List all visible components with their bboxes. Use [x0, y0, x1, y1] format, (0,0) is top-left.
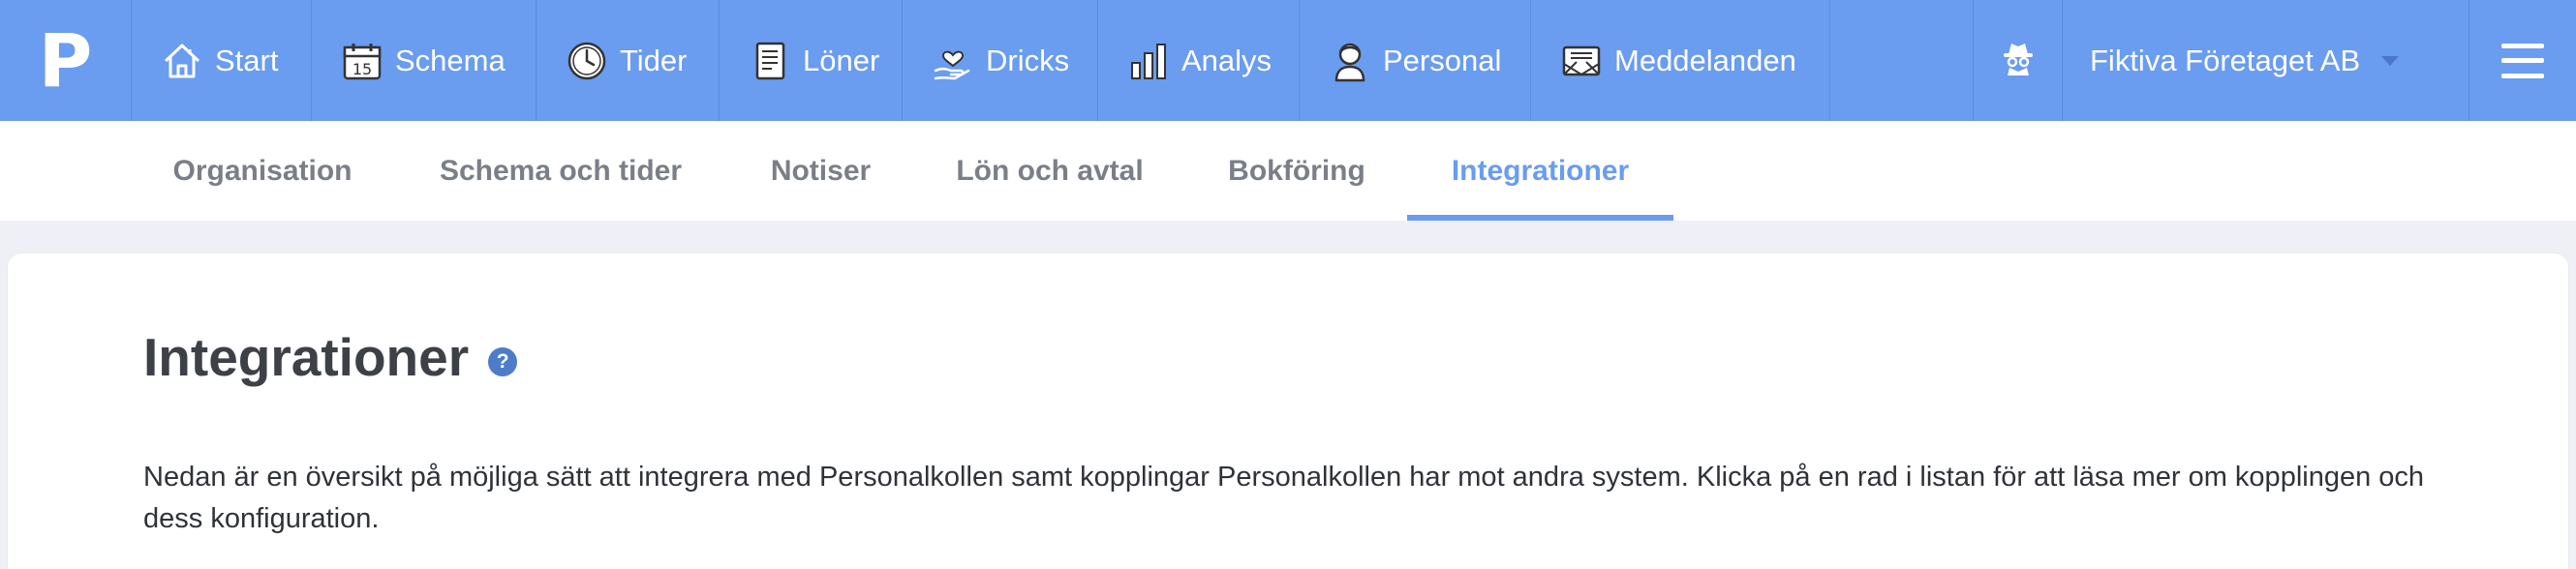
- nav-item-label: Schema: [395, 43, 506, 77]
- clock-icon: [566, 40, 608, 82]
- calendar-icon: 15: [341, 40, 383, 82]
- tab-schema-och-tider[interactable]: Schema och tider: [419, 121, 702, 221]
- nav-item-label: Tider: [620, 43, 688, 77]
- tab-notiser[interactable]: Notiser: [746, 121, 896, 221]
- incognito-button[interactable]: [1974, 0, 2063, 121]
- nav-item-label: Start: [215, 43, 279, 77]
- calendar-day: 15: [353, 60, 372, 78]
- nav-item-dricks[interactable]: Dricks: [903, 0, 1098, 121]
- logo-letter: P: [38, 16, 93, 104]
- title-row: Integrationer ?: [143, 326, 518, 388]
- envelope-icon: [1560, 40, 1603, 82]
- bar-chart-icon: [1127, 40, 1170, 82]
- company-selector[interactable]: Fiktiva Företaget AB: [2063, 0, 2469, 121]
- person-icon: [1329, 40, 1371, 82]
- tab-integrationer[interactable]: Integrationer: [1407, 121, 1673, 221]
- top-navigation-bar: P Start 15 Schema Tider Löner Dricks Ana…: [0, 0, 2576, 121]
- nav-item-label: Löner: [803, 43, 880, 77]
- help-icon[interactable]: ?: [488, 347, 518, 376]
- tab-organisation[interactable]: Organisation: [132, 121, 393, 221]
- payslip-icon: [749, 40, 791, 82]
- content-card: Integrationer ? Nedan är en översikt på …: [8, 254, 2568, 569]
- nav-item-label: Analys: [1181, 43, 1273, 77]
- nav-spacer: [1830, 0, 1974, 121]
- page-description: Nedan är en översikt på möjliga sätt att…: [143, 462, 2425, 534]
- tab-lon-och-avtal[interactable]: Lön och avtal: [937, 121, 1162, 221]
- nav-item-loner[interactable]: Löner: [720, 0, 903, 121]
- settings-tabs: Organisation Schema och tider Notiser Lö…: [0, 121, 2576, 221]
- page-title: Integrationer: [143, 327, 470, 387]
- tab-bokforing[interactable]: Bokföring: [1211, 121, 1383, 221]
- chevron-down-icon: [2381, 55, 2400, 66]
- nav-item-schema[interactable]: 15 Schema: [312, 0, 537, 121]
- hand-heart-icon: [932, 40, 974, 82]
- nav-item-start[interactable]: Start: [132, 0, 312, 121]
- nav-item-label: Dricks: [986, 43, 1070, 77]
- nav-item-label: Personal: [1383, 43, 1502, 77]
- logo[interactable]: P: [0, 0, 132, 121]
- nav-item-analys[interactable]: Analys: [1098, 0, 1300, 121]
- home-icon: [161, 40, 203, 82]
- menu-button[interactable]: [2469, 0, 2576, 121]
- nav-item-meddelanden[interactable]: Meddelanden: [1531, 0, 1830, 121]
- nav-item-tider[interactable]: Tider: [537, 0, 720, 121]
- company-name: Fiktiva Företaget AB: [2090, 43, 2361, 77]
- nav-item-label: Meddelanden: [1614, 43, 1796, 77]
- incognito-icon: [1999, 39, 2038, 82]
- hamburger-menu-icon: [2501, 43, 2544, 78]
- nav-item-personal[interactable]: Personal: [1300, 0, 1531, 121]
